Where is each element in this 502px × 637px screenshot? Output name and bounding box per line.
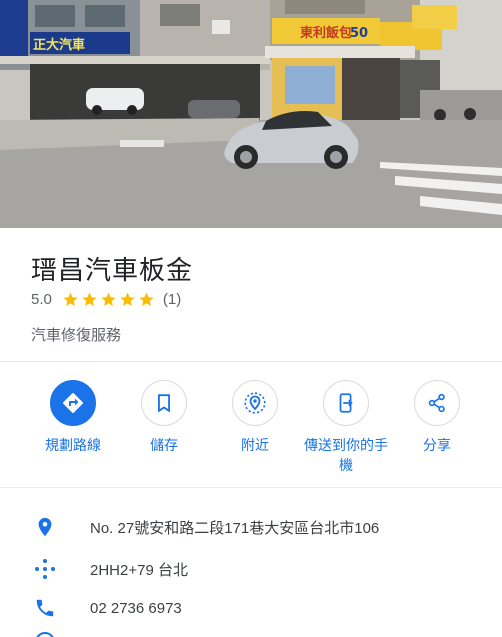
save-label: 儲存	[150, 437, 178, 453]
share-icon	[428, 393, 445, 413]
star-rating	[62, 291, 155, 308]
star-icon	[63, 292, 78, 307]
bookmark-icon	[158, 394, 170, 413]
place-photo[interactable]: 正大汽車 東利飯包 50	[0, 0, 502, 228]
phone-row[interactable]: 02 2736 6973	[0, 588, 502, 628]
address-text: No. 27號安和路二段171巷大安區台北市106	[90, 519, 380, 537]
phone-icon	[33, 596, 57, 620]
star-icon	[101, 292, 116, 307]
plus-code-text: 2HH2+79 台北	[90, 561, 188, 579]
nearby-label: 附近	[241, 437, 269, 453]
phone-text: 02 2736 6973	[90, 599, 182, 617]
share-button[interactable]: 分享	[391, 380, 483, 455]
star-icon	[139, 292, 154, 307]
rating-row[interactable]: 5.0 (1)	[31, 291, 181, 308]
send-to-phone-label: 傳送到你的手機	[304, 437, 388, 473]
address-row[interactable]: No. 27號安和路二段171巷大安區台北市106	[0, 507, 502, 547]
place-title: 瑨昌汽車板金	[31, 255, 194, 285]
save-button[interactable]: 儲存	[118, 380, 210, 455]
nearby-button[interactable]: 附近	[209, 380, 301, 455]
street-view-image: 正大汽車 東利飯包 50	[0, 0, 502, 228]
share-label: 分享	[423, 437, 451, 453]
action-bar: 規劃路線 儲存 附近 傳送到你的手機 分享	[0, 362, 502, 488]
plus-code-icon	[33, 557, 57, 581]
location-pin-icon	[33, 515, 57, 539]
shop-sign-left: 正大汽車	[33, 37, 85, 53]
rating-value: 5.0	[31, 291, 52, 308]
next-row-icon	[33, 630, 57, 637]
directions-icon	[63, 393, 83, 413]
plus-code-row[interactable]: 2HH2+79 台北	[0, 549, 502, 589]
directions-label: 規劃路線	[45, 437, 101, 453]
nearby-icon	[244, 392, 266, 414]
directions-button[interactable]: 規劃路線	[27, 380, 119, 455]
review-count-link[interactable]: (1)	[163, 291, 181, 308]
send-to-phone-button[interactable]: 傳送到你的手機	[300, 380, 392, 475]
star-icon	[82, 292, 97, 307]
star-icon	[120, 292, 135, 307]
shop-sign-right: 東利飯包	[300, 25, 352, 41]
place-header: 瑨昌汽車板金 5.0 (1) 汽車修復服務	[0, 228, 502, 362]
place-info-list: No. 27號安和路二段171巷大安區台北市106 2HH2+79 台北 02 …	[0, 488, 502, 637]
shop-sign-number: 50	[350, 26, 368, 41]
place-category[interactable]: 汽車修復服務	[31, 324, 121, 345]
send-to-phone-icon	[339, 393, 353, 413]
